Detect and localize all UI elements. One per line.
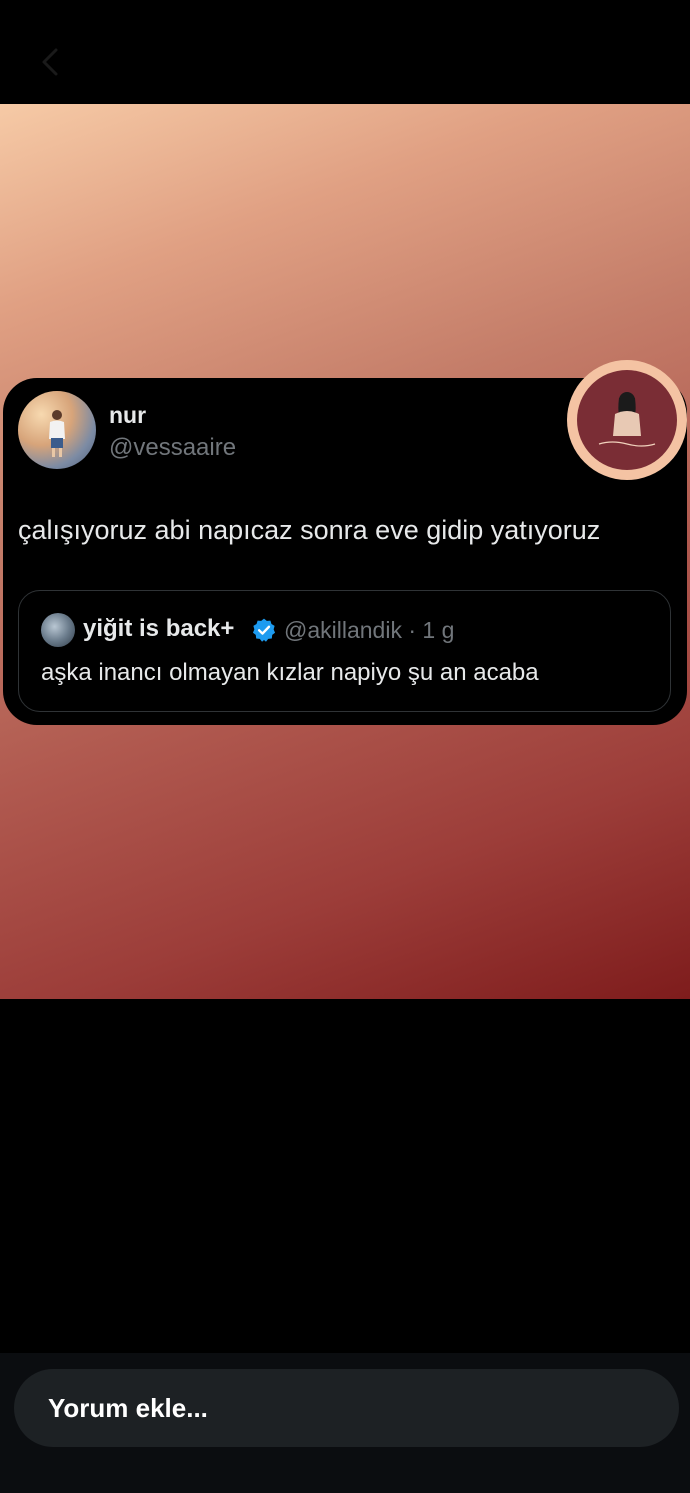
logo-inner	[577, 370, 677, 470]
post-viewer: nur @vessaaire çalışıyoruz abi napıcaz s…	[0, 0, 690, 1493]
person-figure-icon	[49, 410, 65, 457]
verified-badge-icon	[252, 618, 276, 642]
brand-logo	[567, 360, 687, 480]
comment-input[interactable]	[14, 1369, 679, 1447]
woman-silhouette-icon	[598, 392, 656, 447]
avatar	[18, 391, 96, 469]
quote-avatar	[41, 613, 75, 647]
tweet-text: çalışıyoruz abi napıcaz sonra eve gidip …	[18, 515, 601, 545]
post-image[interactable]: nur @vessaaire çalışıyoruz abi napıcaz s…	[0, 104, 690, 999]
user-handle[interactable]: @vessaaire	[109, 434, 236, 462]
quoted-tweet[interactable]: yiğit is back+ @akillandik · 1 g aşka in…	[18, 590, 671, 712]
chevron-left-icon	[42, 48, 58, 76]
quote-handle-time: @akillandik · 1 g	[284, 617, 455, 643]
quote-text: aşka inancı olmayan kızlar napiyo şu an …	[41, 659, 539, 686]
display-name[interactable]: nur	[109, 402, 146, 429]
quote-author-name: yiğit is back+	[83, 615, 235, 642]
top-bar	[0, 0, 690, 104]
back-button[interactable]	[30, 40, 74, 84]
comment-bar	[0, 1353, 690, 1493]
